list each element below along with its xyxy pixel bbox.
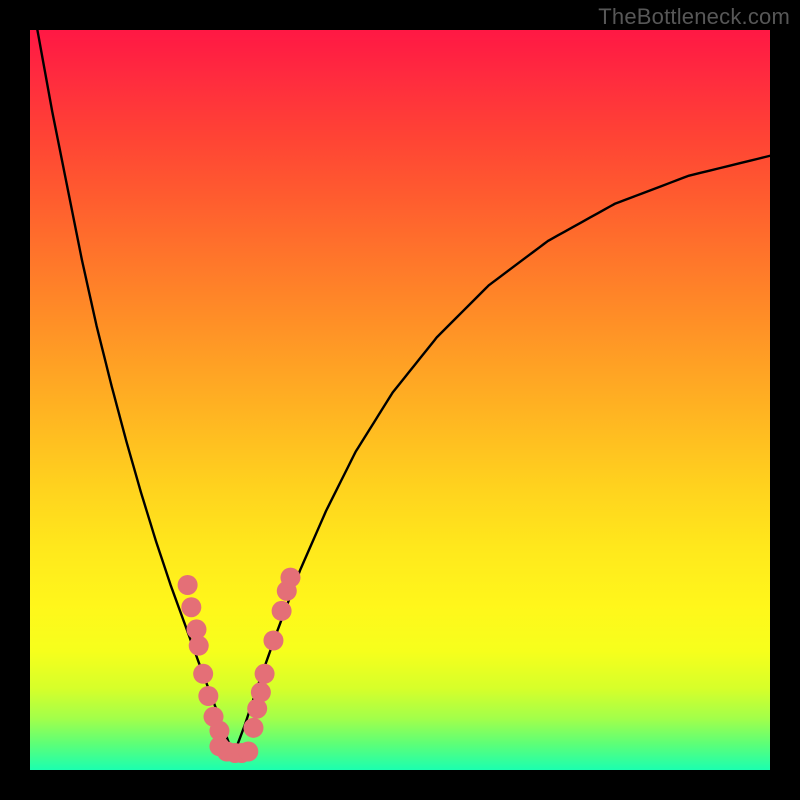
data-point bbox=[198, 686, 218, 706]
data-point bbox=[178, 575, 198, 595]
watermark-text: TheBottleneck.com bbox=[598, 4, 790, 30]
data-point bbox=[243, 718, 263, 738]
curve-group bbox=[37, 30, 770, 755]
data-point bbox=[272, 601, 292, 621]
data-point bbox=[181, 597, 201, 617]
chart-frame: TheBottleneck.com bbox=[0, 0, 800, 800]
data-point bbox=[255, 664, 275, 684]
data-point bbox=[280, 568, 300, 588]
scatter-group bbox=[178, 568, 301, 763]
data-point bbox=[263, 631, 283, 651]
data-point bbox=[251, 682, 271, 702]
data-point bbox=[189, 636, 209, 656]
plot-area bbox=[30, 30, 770, 770]
data-point bbox=[193, 664, 213, 684]
chart-svg bbox=[30, 30, 770, 770]
curve-right-curve bbox=[234, 156, 771, 755]
data-point bbox=[238, 742, 258, 762]
